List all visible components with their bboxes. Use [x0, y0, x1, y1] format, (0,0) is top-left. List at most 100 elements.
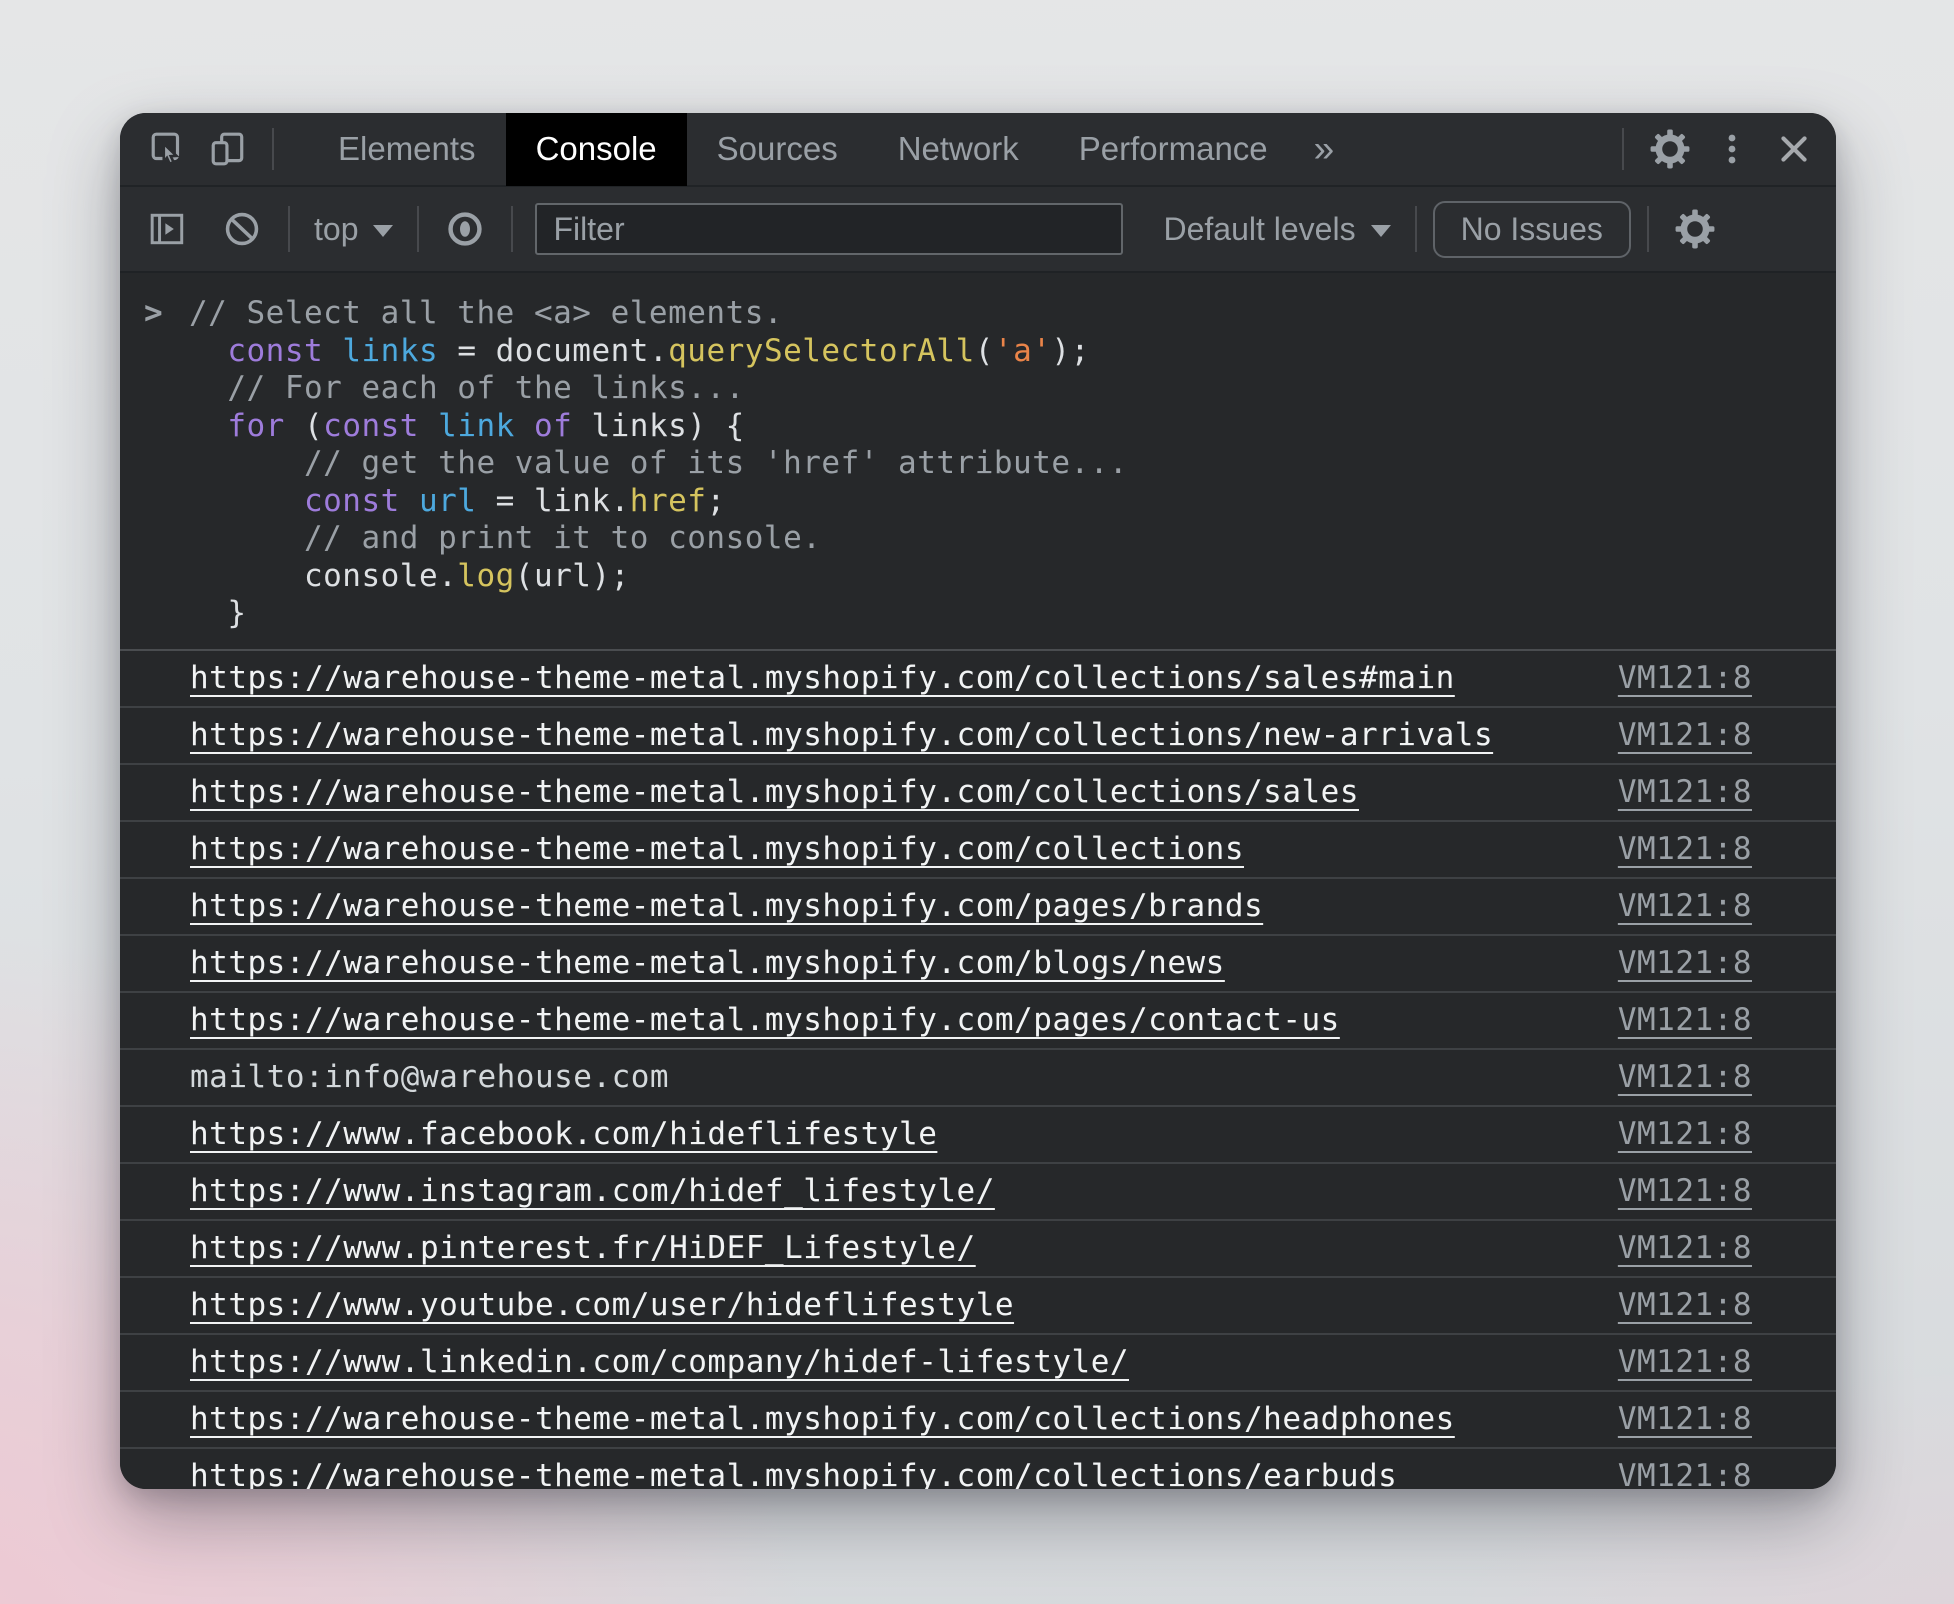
- log-row: https://warehouse-theme-metal.myshopify.…: [120, 822, 1836, 879]
- console-settings-button[interactable]: [1665, 192, 1725, 266]
- close-devtools-button[interactable]: [1762, 113, 1826, 186]
- log-row: https://warehouse-theme-metal.myshopify.…: [120, 936, 1836, 993]
- console-toolbar: top Default levels No Issues: [120, 187, 1836, 273]
- log-source-link[interactable]: VM121:8: [1578, 660, 1752, 696]
- logged-url-link[interactable]: https://www.instagram.com/hidef_lifestyl…: [190, 1173, 995, 1209]
- divider: [272, 128, 274, 170]
- code-line: }: [189, 595, 1796, 633]
- log-source-link[interactable]: VM121:8: [1578, 1116, 1752, 1152]
- log-levels-dropdown[interactable]: Default levels: [1155, 211, 1398, 248]
- log-source-link[interactable]: VM121:8: [1578, 831, 1752, 867]
- inspect-element-button[interactable]: [138, 113, 198, 186]
- code-line: // and print it to console.: [189, 520, 1796, 558]
- logged-url-link[interactable]: https://warehouse-theme-metal.myshopify.…: [190, 1458, 1397, 1489]
- code-line: const links = document.querySelectorAll(…: [189, 333, 1796, 371]
- divider: [417, 206, 419, 252]
- divider: [1415, 206, 1417, 252]
- log-source-link[interactable]: VM121:8: [1578, 774, 1752, 810]
- log-row: https://warehouse-theme-metal.myshopify.…: [120, 879, 1836, 936]
- logged-url-link[interactable]: https://warehouse-theme-metal.myshopify.…: [190, 1002, 1340, 1038]
- levels-label: Default levels: [1163, 211, 1355, 248]
- console-input-entry[interactable]: > // Select all the <a> elements. const …: [120, 273, 1836, 651]
- logged-url-link[interactable]: https://warehouse-theme-metal.myshopify.…: [190, 774, 1359, 810]
- log-row: https://warehouse-theme-metal.myshopify.…: [120, 765, 1836, 822]
- log-source-link[interactable]: VM121:8: [1578, 1344, 1752, 1380]
- logged-url-link[interactable]: https://www.linkedin.com/company/hidef-l…: [190, 1344, 1129, 1380]
- log-row: https://www.facebook.com/hideflifestyle V…: [120, 1107, 1836, 1164]
- clear-console-icon: [222, 209, 262, 249]
- log-source-link[interactable]: VM121:8: [1578, 1287, 1752, 1323]
- chevron-down-icon: [1371, 225, 1391, 237]
- divider: [288, 206, 290, 252]
- divider: [1622, 128, 1624, 170]
- devtools-settings-button[interactable]: [1638, 113, 1702, 186]
- log-source-link[interactable]: VM121:8: [1578, 1401, 1752, 1437]
- code-line: // For each of the links...: [189, 370, 1796, 408]
- log-row: https://www.pinterest.fr/HiDEF_Lifestyle…: [120, 1221, 1836, 1278]
- logged-url-link[interactable]: https://warehouse-theme-metal.myshopify.…: [190, 717, 1493, 753]
- log-row: https://www.instagram.com/hidef_lifestyl…: [120, 1164, 1836, 1221]
- log-source-link[interactable]: VM121:8: [1578, 717, 1752, 753]
- console-sidebar-button[interactable]: [138, 192, 198, 266]
- chevron-down-icon: [373, 225, 393, 237]
- code-line: // get the value of its 'href' attribute…: [189, 445, 1796, 483]
- log-row: https://www.youtube.com/user/hideflifest…: [120, 1278, 1836, 1335]
- code-line: for (const link of links) {: [189, 408, 1796, 446]
- devtools-window: ElementsConsoleSourcesNetworkPerformance…: [120, 113, 1836, 1489]
- console-sidebar-icon: [149, 210, 187, 248]
- live-expression-button[interactable]: [435, 192, 495, 266]
- tab-performance[interactable]: Performance: [1049, 113, 1298, 186]
- code-line: // Select all the <a> elements.: [189, 295, 1796, 333]
- logged-url-link[interactable]: https://warehouse-theme-metal.myshopify.…: [190, 1401, 1455, 1437]
- log-row: https://warehouse-theme-metal.myshopify.…: [120, 1392, 1836, 1449]
- logged-url-link[interactable]: https://warehouse-theme-metal.myshopify.…: [190, 945, 1225, 981]
- code-line: console.log(url);: [189, 558, 1796, 596]
- tab-sources[interactable]: Sources: [687, 113, 868, 186]
- log-source-link[interactable]: VM121:8: [1578, 1059, 1752, 1095]
- device-toolbar-icon: [209, 130, 247, 168]
- logged-url-link[interactable]: https://warehouse-theme-metal.myshopify.…: [190, 660, 1455, 696]
- more-tabs-button[interactable]: »: [1298, 128, 1351, 170]
- log-row: https://warehouse-theme-metal.myshopify.…: [120, 993, 1836, 1050]
- console-prompt-chevron: >: [144, 295, 163, 332]
- close-icon: [1775, 130, 1813, 168]
- tab-strip: ElementsConsoleSourcesNetworkPerformance: [308, 113, 1298, 186]
- tab-console[interactable]: Console: [506, 113, 687, 186]
- settings-gear-icon: [1650, 129, 1690, 169]
- tab-elements[interactable]: Elements: [308, 113, 506, 186]
- console-output: > // Select all the <a> elements. const …: [120, 273, 1836, 1489]
- log-row: https://warehouse-theme-metal.myshopify.…: [120, 1449, 1836, 1490]
- log-source-link[interactable]: VM121:8: [1578, 888, 1752, 924]
- settings-gear-icon: [1675, 209, 1715, 249]
- inspect-icon: [149, 130, 187, 168]
- device-toolbar-button[interactable]: [198, 113, 258, 186]
- eye-icon: [445, 209, 485, 249]
- execution-context-selector[interactable]: top: [306, 211, 401, 248]
- no-issues-button[interactable]: No Issues: [1433, 201, 1631, 258]
- clear-console-button[interactable]: [212, 192, 272, 266]
- code-line: const url = link.href;: [189, 483, 1796, 521]
- console-log-list: https://warehouse-theme-metal.myshopify.…: [120, 651, 1836, 1490]
- logged-text: mailto:info@warehouse.com: [190, 1059, 669, 1095]
- logged-url-link[interactable]: https://warehouse-theme-metal.myshopify.…: [190, 831, 1244, 867]
- log-source-link[interactable]: VM121:8: [1578, 1002, 1752, 1038]
- logged-url-link[interactable]: https://www.facebook.com/hideflifestyle: [190, 1116, 937, 1152]
- divider: [1647, 206, 1649, 252]
- tab-network[interactable]: Network: [868, 113, 1049, 186]
- filter-input[interactable]: [535, 203, 1123, 255]
- log-row: mailto:info@warehouse.com VM121:8: [120, 1050, 1836, 1107]
- divider: [511, 206, 513, 252]
- log-source-link[interactable]: VM121:8: [1578, 1458, 1752, 1489]
- log-row: https://warehouse-theme-metal.myshopify.…: [120, 708, 1836, 765]
- devtools-tabbar: ElementsConsoleSourcesNetworkPerformance…: [120, 113, 1836, 187]
- kebab-menu-icon: [1714, 131, 1750, 167]
- logged-url-link[interactable]: https://warehouse-theme-metal.myshopify.…: [190, 888, 1263, 924]
- devtools-menu-button[interactable]: [1702, 113, 1762, 186]
- log-row: https://www.linkedin.com/company/hidef-l…: [120, 1335, 1836, 1392]
- log-row: https://warehouse-theme-metal.myshopify.…: [120, 651, 1836, 708]
- log-source-link[interactable]: VM121:8: [1578, 1173, 1752, 1209]
- logged-url-link[interactable]: https://www.pinterest.fr/HiDEF_Lifestyle…: [190, 1230, 976, 1266]
- logged-url-link[interactable]: https://www.youtube.com/user/hideflifest…: [190, 1287, 1014, 1323]
- log-source-link[interactable]: VM121:8: [1578, 1230, 1752, 1266]
- log-source-link[interactable]: VM121:8: [1578, 945, 1752, 981]
